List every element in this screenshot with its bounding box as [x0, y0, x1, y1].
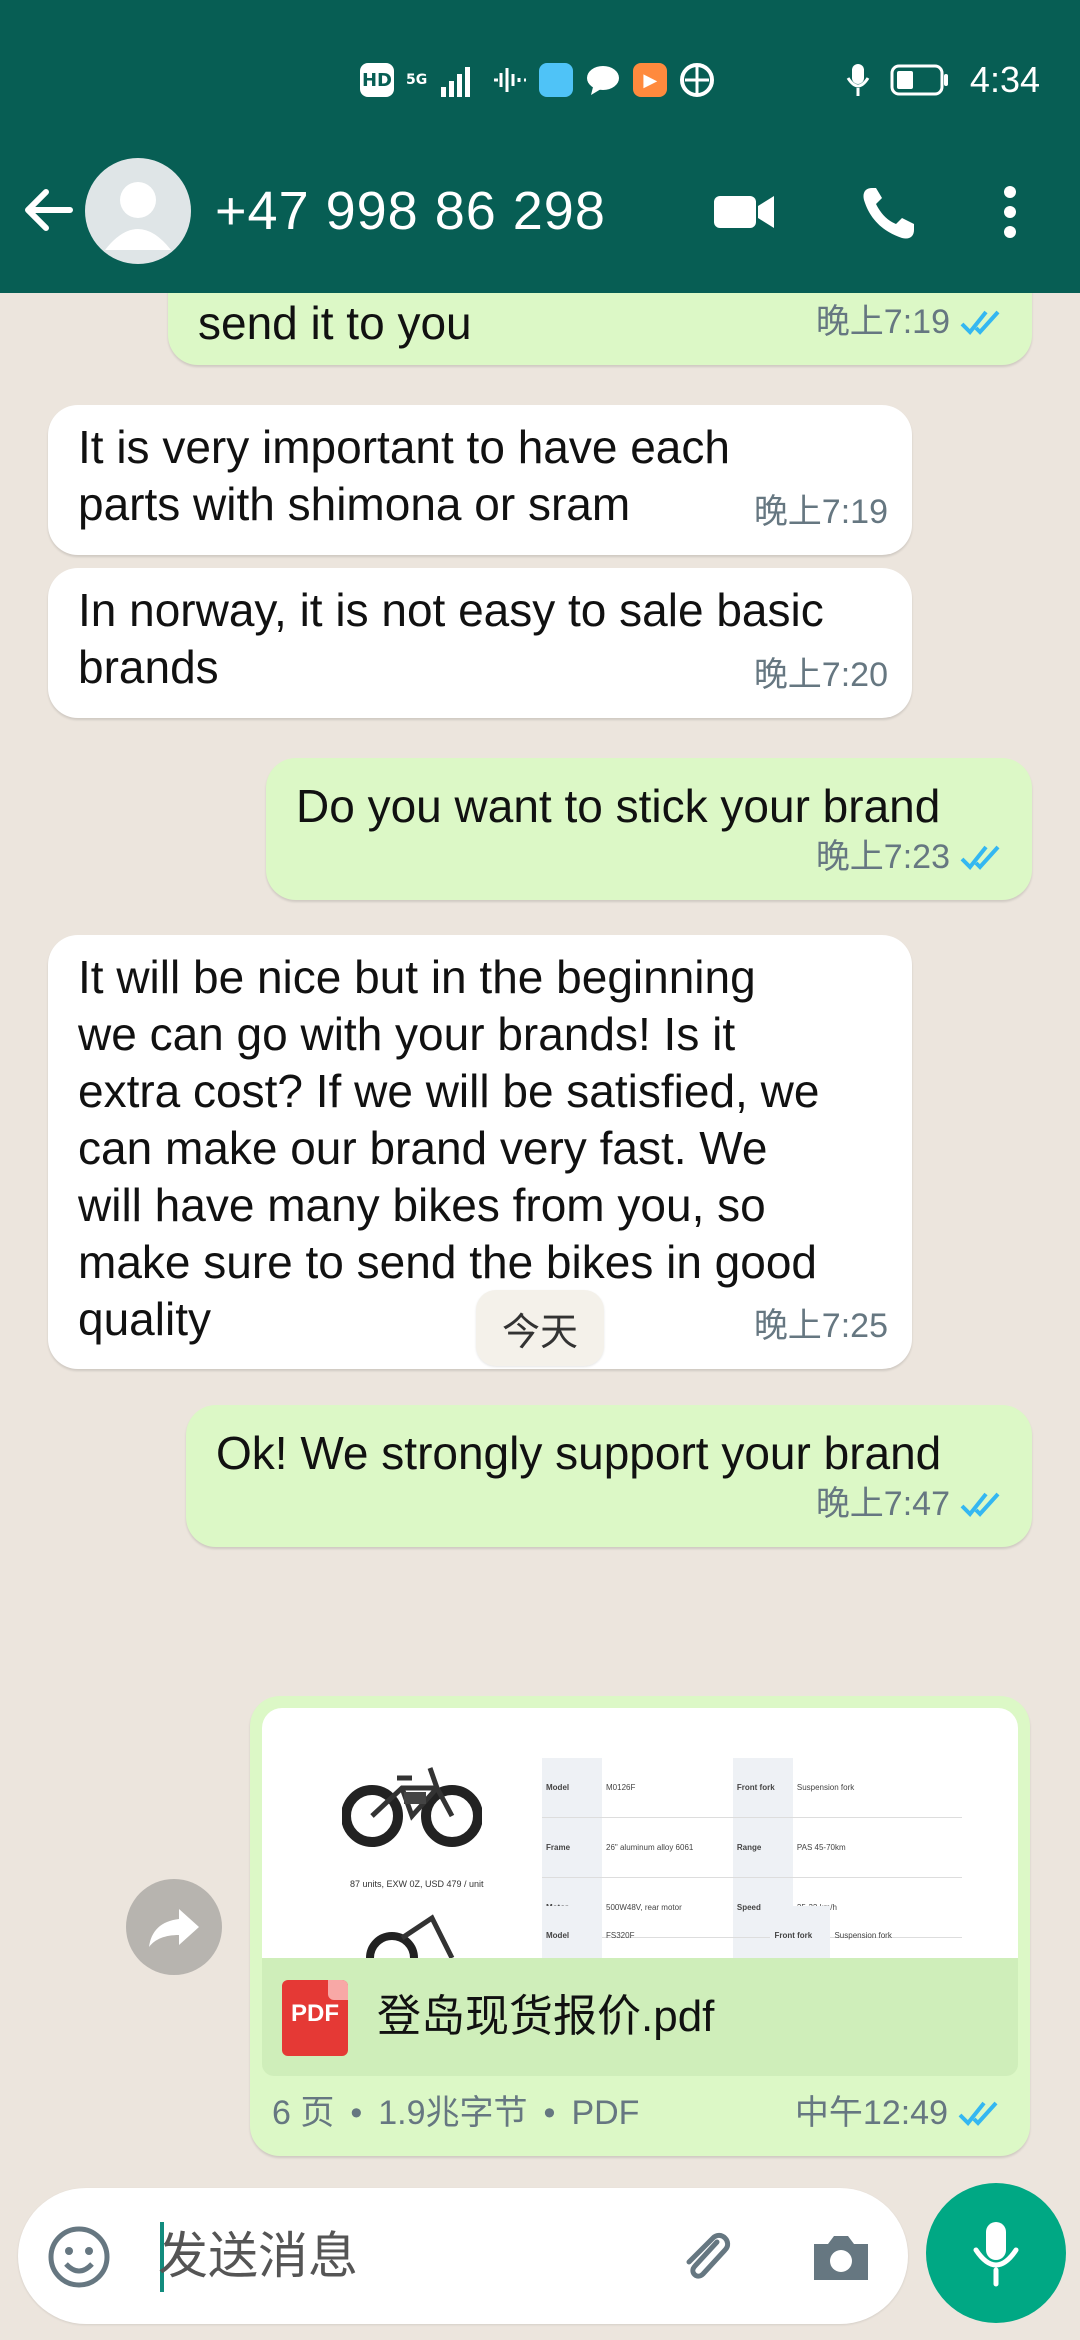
spec-cell: Range — [732, 1817, 793, 1878]
message-time: 晚上7:19 — [753, 493, 888, 531]
message-meta: 晚上7:47 — [816, 1476, 1008, 1533]
video-call-icon[interactable] — [712, 182, 776, 242]
mic-icon — [973, 2222, 1019, 2287]
forward-button[interactable] — [126, 1879, 222, 1975]
spec-cell: Model — [542, 1758, 602, 1818]
audio-wave-icon — [494, 68, 527, 92]
composer-bar — [0, 2183, 1080, 2340]
network-type: 5G — [406, 73, 427, 87]
status-icons-left: HD 5G ▶ — [360, 58, 715, 102]
message-time: 中午12:49 — [794, 2094, 948, 2132]
spec-cell: Frame — [542, 1817, 602, 1878]
message-text: In norway, it is not easy to sale basic … — [78, 584, 824, 693]
spec-cell: Suspension fork — [830, 1906, 962, 1958]
message-bubble-incoming[interactable]: In norway, it is not easy to sale basic … — [48, 568, 912, 718]
page-count: 6 页 — [272, 2094, 335, 2132]
message-bubble-outgoing[interactable]: Ok! We strongly support your brand 晚上7:4… — [186, 1405, 1032, 1547]
spec-cell: M0126F — [602, 1758, 733, 1818]
browser-icon — [680, 63, 715, 97]
voice-record-button[interactable] — [926, 2183, 1066, 2323]
preview-caption: 87 units, EXW 0Z, USD 479 / unit — [350, 1879, 484, 1889]
message-time: 晚上7:25 — [753, 1307, 888, 1345]
spec-row: Frame 26" aluminum alloy 6061 Range PAS 45-… — [542, 1817, 962, 1878]
app-notification-icon — [539, 63, 574, 97]
spec-cell: Front fork — [770, 1906, 831, 1958]
message-meta: 晚上7:19 — [754, 484, 888, 541]
separator-dot: • — [350, 2094, 363, 2132]
spec-cell: PAS 45-70km — [792, 1817, 962, 1878]
spec-row: Model FS320F Front fork Suspension fork — [542, 1906, 962, 1958]
contact-name[interactable]: +47 998 86 298 — [215, 180, 606, 242]
more-icon[interactable] — [985, 182, 1035, 242]
read-ticks-icon — [960, 310, 1000, 335]
bike-image — [342, 1767, 482, 1847]
chat-header: +47 998 86 298 — [0, 150, 1080, 270]
document-file-row[interactable]: PDF 登岛现货报价.pdf — [262, 1958, 1018, 2076]
spec-cell: 26" aluminum alloy 6061 — [602, 1817, 733, 1878]
camera-icon[interactable] — [808, 2224, 874, 2290]
message-bubble-outgoing[interactable]: Do you want to stick your brand 晚上7:23 — [266, 758, 1032, 900]
battery-icon — [890, 64, 948, 96]
back-arrow-icon[interactable] — [18, 180, 78, 240]
message-time: 晚上7:23 — [815, 838, 950, 876]
status-bar: HD 5G ▶ 4:34 — [0, 40, 1080, 120]
app-header: HD 5G ▶ 4:34 +47 998 86 298 — [0, 0, 1080, 293]
phone-icon[interactable] — [858, 182, 922, 242]
spec-cell: Suspension fork — [792, 1758, 962, 1818]
default-avatar-icon — [105, 182, 171, 250]
spec-cell: Model — [542, 1906, 602, 1958]
document-message[interactable]: 87 units, EXW 0Z, USD 479 / unit Model M0… — [250, 1696, 1030, 2156]
document-info: 6 页 • 1.9兆字节 • PDF — [272, 2085, 639, 2142]
signal-icon — [441, 67, 471, 97]
read-ticks-icon — [958, 2101, 998, 2126]
message-input[interactable] — [158, 2218, 658, 2294]
video-app-icon: ▶ — [633, 63, 668, 97]
message-time: 晚上7:20 — [753, 656, 888, 694]
document-preview[interactable]: 87 units, EXW 0Z, USD 479 / unit Model M0… — [262, 1708, 1018, 1958]
message-meta: 晚上7:25 — [754, 1298, 888, 1355]
chat-bubble-icon — [587, 66, 620, 95]
file-type: PDF — [571, 2094, 640, 2132]
chat-area[interactable]: send it to you 晚上7:19 It is very importa… — [0, 293, 1080, 2183]
mic-status-icon — [846, 64, 870, 96]
spec-table-2: ModelFS320FFront forkSuspension forkFram… — [542, 1906, 962, 1958]
message-text: send it to you — [198, 297, 472, 349]
hd-badge: HD — [360, 63, 394, 97]
message-time: 晚上7:19 — [815, 303, 950, 341]
read-ticks-icon — [960, 1492, 1000, 1517]
clock: 4:34 — [969, 59, 1040, 100]
message-text: It is very important to have each parts … — [78, 421, 730, 530]
emoji-icon[interactable] — [46, 2224, 112, 2290]
file-size: 1.9兆字节 — [378, 2094, 528, 2132]
forward-icon — [149, 1909, 199, 1947]
message-input-box[interactable] — [18, 2188, 908, 2324]
message-meta: 中午12:49 — [795, 2085, 1006, 2142]
message-meta: 晚上7:20 — [754, 647, 888, 704]
separator-dot: • — [543, 2094, 556, 2132]
file-name: 登岛现货报价.pdf — [377, 1992, 715, 2041]
attach-icon[interactable] — [673, 2224, 739, 2290]
message-bubble-outgoing[interactable]: send it to you 晚上7:19 — [168, 293, 1032, 365]
message-text: Do you want to stick your brand — [296, 780, 941, 832]
bike-image-2 — [366, 1914, 455, 1958]
message-text: It will be nice but in the beginning we … — [78, 951, 820, 1345]
avatar[interactable] — [85, 158, 191, 264]
pdf-file-icon: PDF — [282, 1980, 348, 2056]
message-meta: 晚上7:23 — [816, 829, 1008, 886]
read-ticks-icon — [960, 845, 1000, 870]
spec-cell: FS320F — [602, 1906, 771, 1958]
spec-cell: Front fork — [732, 1758, 793, 1818]
message-meta: 晚上7:19 — [816, 294, 1008, 351]
message-time: 晚上7:47 — [815, 1485, 950, 1523]
network-label: 5G — [406, 72, 428, 88]
message-bubble-incoming[interactable]: It is very important to have each parts … — [48, 405, 912, 555]
message-text: Ok! We strongly support your brand — [216, 1427, 942, 1479]
status-icons-right: 4:34 — [846, 58, 1040, 102]
spec-row: Model M0126F Front fork Suspension fork — [542, 1758, 962, 1818]
date-divider: 今天 — [476, 1290, 604, 1366]
